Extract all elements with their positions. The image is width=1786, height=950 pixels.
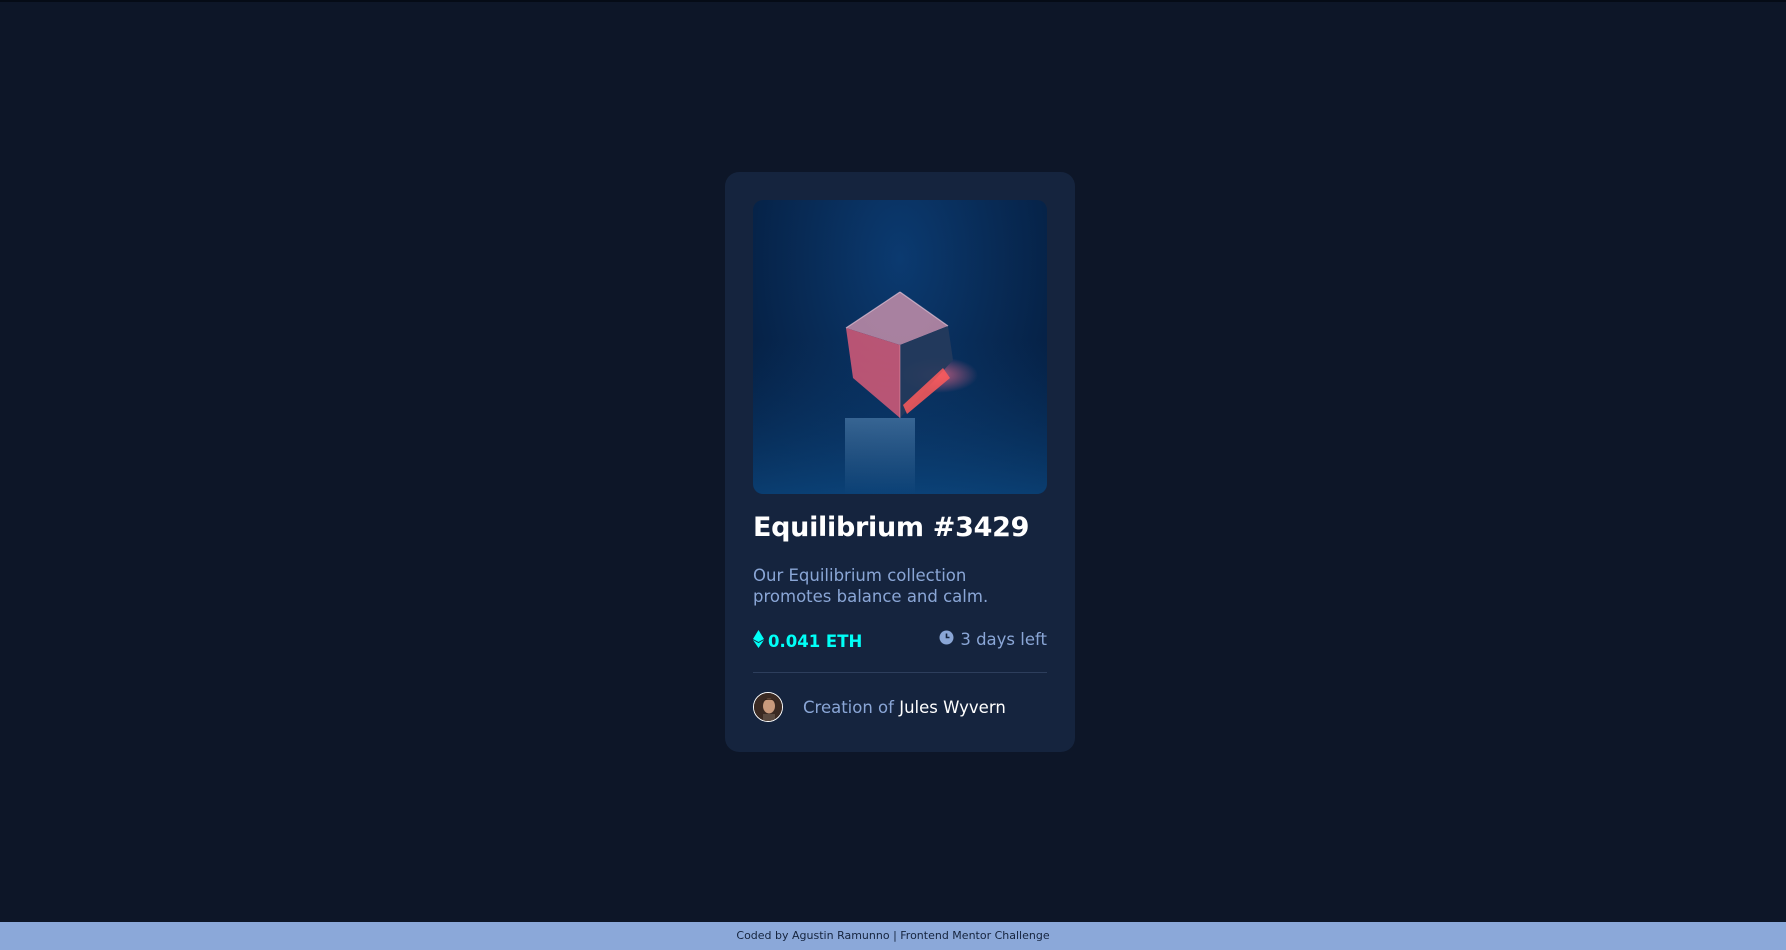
attribution-footer: Coded by Agustin Ramunno | Frontend Ment… bbox=[0, 922, 1786, 950]
top-border bbox=[0, 0, 1786, 2]
creator-name[interactable]: Jules Wyvern bbox=[899, 698, 1006, 717]
creator: Creation of Jules Wyvern bbox=[753, 692, 1006, 722]
time-left-value: 3 days left bbox=[960, 630, 1047, 649]
card-description: Our Equilibrium collection promotes bala… bbox=[753, 566, 989, 606]
card-title[interactable]: Equilibrium #3429 bbox=[753, 512, 1029, 543]
creator-text: Creation of Jules Wyvern bbox=[803, 698, 1006, 717]
divider bbox=[753, 672, 1047, 673]
nft-card: Equilibrium #3429 Our Equilibrium collec… bbox=[725, 172, 1075, 752]
equilibrium-image[interactable] bbox=[753, 200, 1047, 494]
avatar bbox=[753, 692, 783, 722]
clock-icon bbox=[939, 630, 954, 649]
time-left: 3 days left bbox=[939, 630, 1047, 649]
ethereum-icon bbox=[753, 630, 764, 652]
creator-prefix: Creation of bbox=[803, 697, 894, 717]
price: 0.041 ETH bbox=[753, 630, 862, 652]
attribution-text: Coded by Agustin Ramunno | Frontend Ment… bbox=[736, 929, 1050, 942]
price-value: 0.041 ETH bbox=[768, 631, 863, 651]
